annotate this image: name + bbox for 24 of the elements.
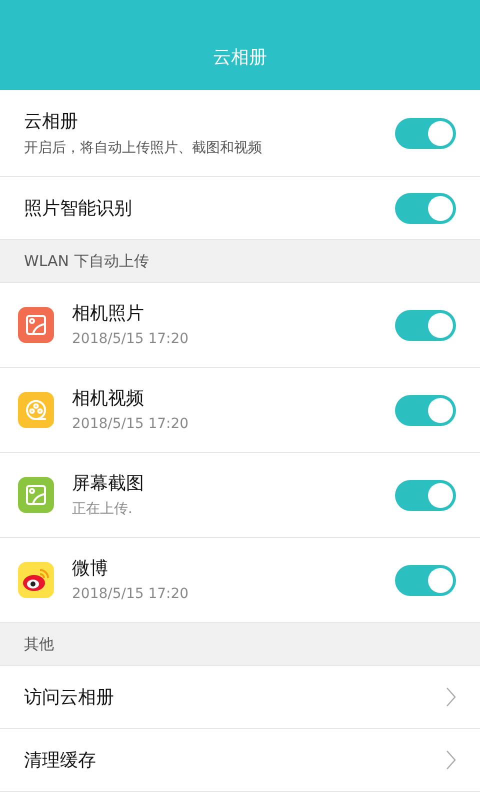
toggle-switch[interactable] — [395, 310, 456, 340]
toggle-switch[interactable] — [395, 564, 456, 596]
folder-title: 相机照片 — [72, 302, 145, 326]
section-header: 其他 — [0, 623, 480, 666]
upload-status: 2018/5/15 17:20 — [72, 330, 190, 349]
chevron-right-icon — [446, 750, 456, 770]
section-header: WLAN 下自动上传 — [0, 240, 480, 283]
page-title: 云相册 — [213, 46, 267, 70]
setting-description: 开启后，将自动上传照片、截图和视频 — [24, 138, 263, 158]
setting-title: 云相册 — [24, 110, 79, 134]
setting-title: 照片智能识别 — [24, 196, 133, 220]
folder-title: 微博 — [72, 557, 109, 581]
chevron-right-icon — [446, 687, 456, 707]
upload-status: 正在上传. — [72, 500, 134, 519]
toggle-switch[interactable] — [395, 394, 456, 426]
folder-title: 相机视频 — [72, 387, 145, 411]
toggle-switch[interactable] — [395, 192, 456, 224]
toggle-switch[interactable] — [395, 480, 456, 510]
link-row[interactable]: 清理缓存 — [0, 729, 480, 792]
link-row[interactable]: 访问云相册 — [0, 666, 480, 729]
upload-status: 2018/5/15 17:20 — [72, 415, 190, 434]
toggle-switch[interactable] — [395, 118, 456, 148]
folder-title: 屏幕截图 — [72, 472, 145, 496]
upload-status: 2018/5/15 17:20 — [72, 585, 190, 604]
